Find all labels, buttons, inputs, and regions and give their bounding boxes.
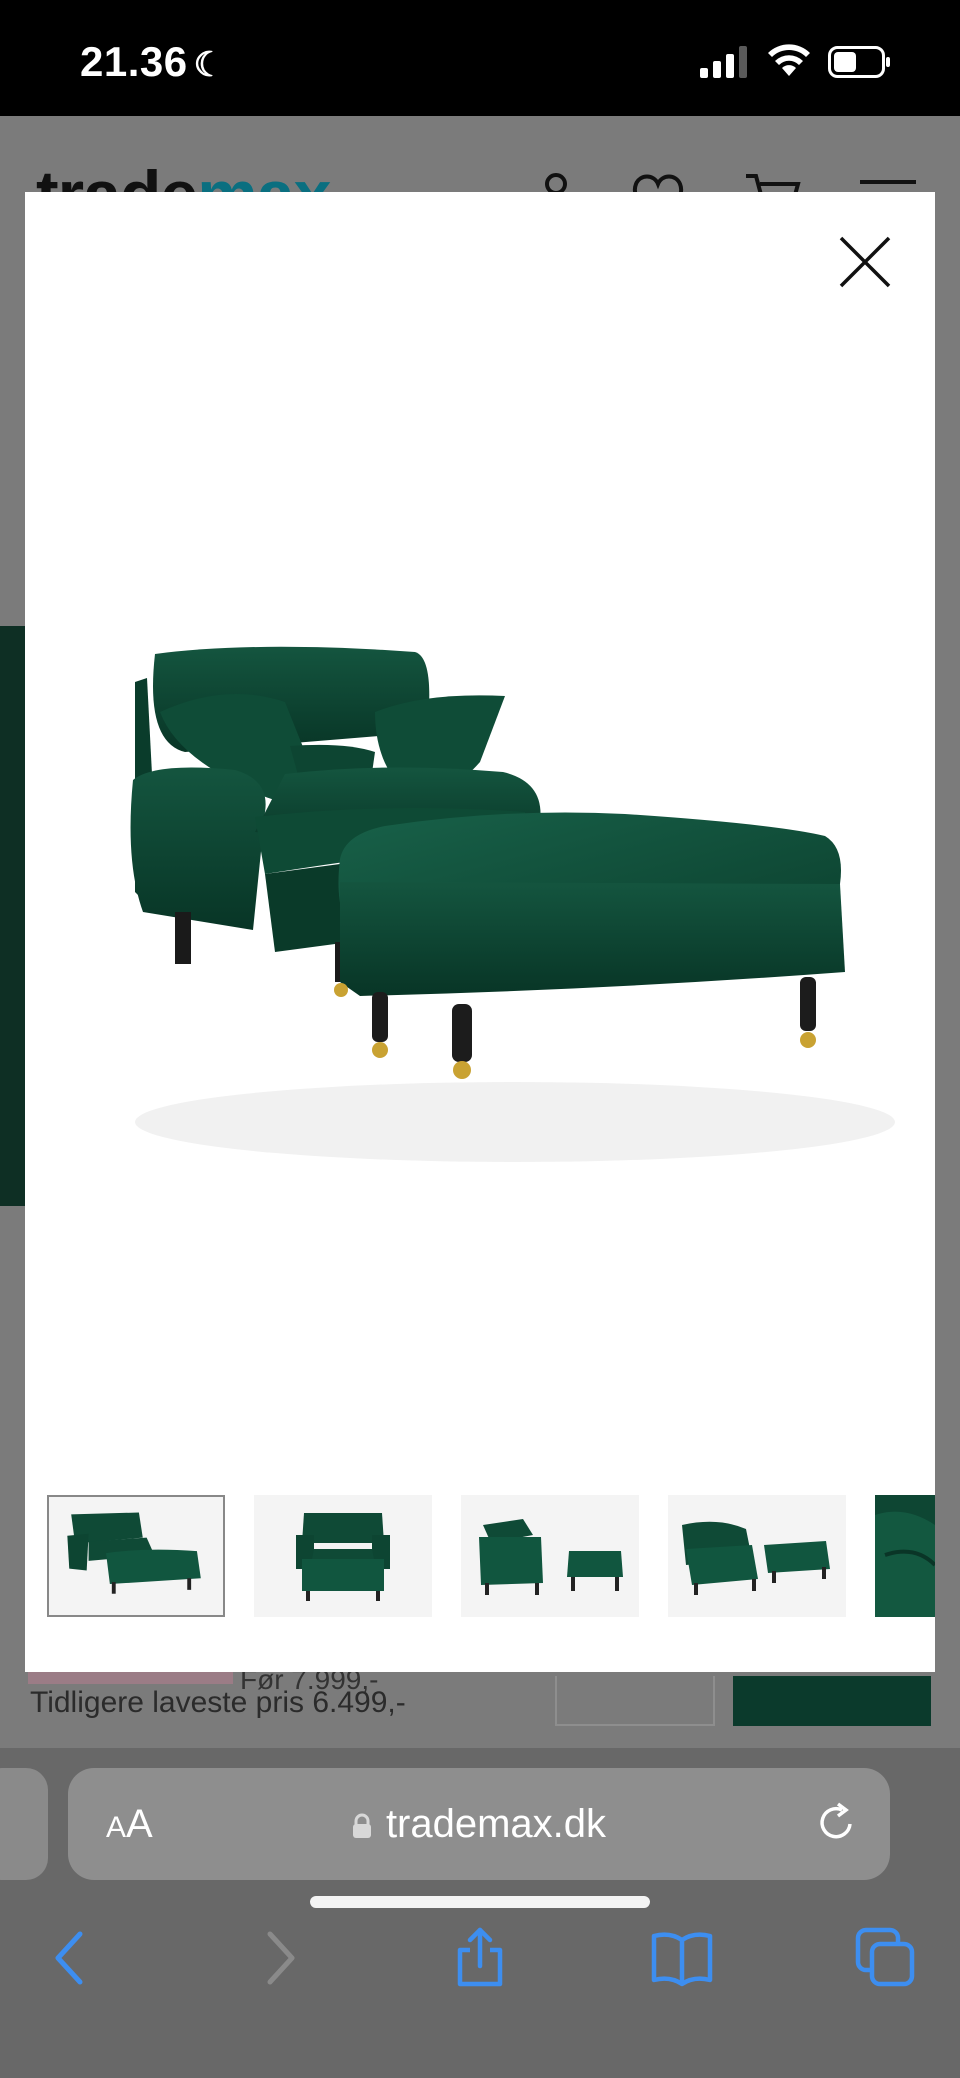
back-icon[interactable] (40, 1926, 104, 1990)
home-indicator[interactable] (310, 1896, 650, 1908)
cellular-signal-icon (700, 46, 747, 78)
previous-lowest-price: Tidligere laveste pris 6.499,- (30, 1686, 406, 1719)
quantity-stepper[interactable] (555, 1676, 715, 1726)
thumbnail-1[interactable] (47, 1495, 225, 1617)
url-display[interactable]: trademax.dk (68, 1802, 890, 1847)
reload-icon[interactable] (814, 1800, 860, 1846)
thumbnail-3[interactable] (461, 1495, 639, 1617)
thumbnail-2-image (254, 1495, 432, 1617)
add-to-cart-button[interactable] (733, 1676, 931, 1726)
main-product-image (130, 646, 895, 1162)
previous-tab-peek[interactable] (0, 1768, 48, 1880)
thumbnail-strip (47, 1495, 935, 1623)
thumbnail-4[interactable] (668, 1495, 846, 1617)
address-bar[interactable]: AA trademax.dk (68, 1768, 890, 1880)
browser-toolbar: AA trademax.dk (0, 1748, 960, 2078)
crescent-moon-icon: ☾ (193, 46, 225, 84)
forward-icon[interactable] (248, 1926, 312, 1990)
image-gallery-modal (25, 192, 935, 1672)
thumbnail-3-image (461, 1495, 639, 1617)
thumbnail-1-image (49, 1497, 223, 1615)
lock-icon (352, 1813, 371, 1838)
product-image-edge (0, 626, 26, 1206)
thumbnail-4-image (668, 1495, 846, 1617)
tabs-icon[interactable] (854, 1926, 918, 1990)
share-icon[interactable] (448, 1926, 512, 1990)
bookmarks-icon[interactable] (650, 1926, 714, 1990)
status-time-text: 21.36 (80, 38, 188, 85)
battery-icon (828, 46, 890, 78)
domain-text: trademax.dk (385, 1802, 607, 1846)
thumbnail-5-image (875, 1495, 935, 1617)
status-time: 21.36 ☾ (80, 38, 225, 86)
thumbnail-5[interactable] (875, 1495, 935, 1617)
close-x-icon[interactable] (835, 232, 895, 292)
thumbnail-2[interactable] (254, 1495, 432, 1617)
wifi-icon (768, 44, 810, 76)
status-bar: 21.36 ☾ (0, 0, 960, 116)
